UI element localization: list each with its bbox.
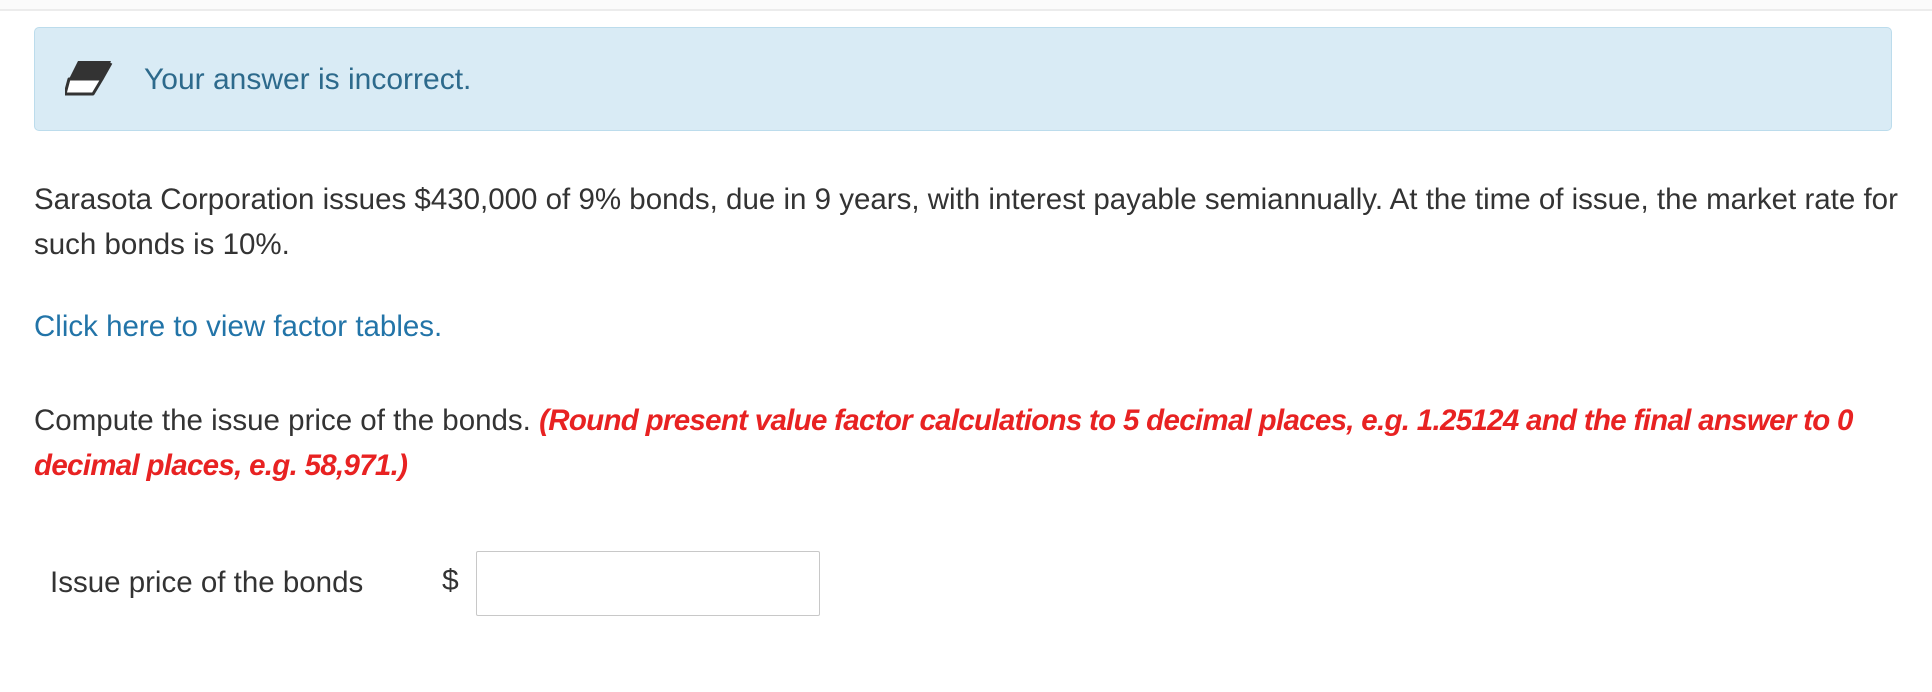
eraser-icon xyxy=(63,58,115,98)
instruction: Compute the issue price of the bonds. (R… xyxy=(34,398,1904,488)
feedback-message: Your answer is incorrect. xyxy=(144,63,472,96)
question-panel: Your answer is incorrect. Sarasota Corpo… xyxy=(0,11,1932,692)
instruction-text: Compute the issue price of the bonds. xyxy=(34,404,531,437)
feedback-alert: Your answer is incorrect. xyxy=(34,27,1892,131)
issue-price-input[interactable] xyxy=(476,551,820,616)
factor-tables-link[interactable]: Click here to view factor tables. xyxy=(34,307,442,347)
problem-statement: Sarasota Corporation issues $430,000 of … xyxy=(34,183,1898,261)
answer-label: Issue price of the bonds xyxy=(50,566,364,599)
currency-symbol: $ xyxy=(442,564,459,597)
